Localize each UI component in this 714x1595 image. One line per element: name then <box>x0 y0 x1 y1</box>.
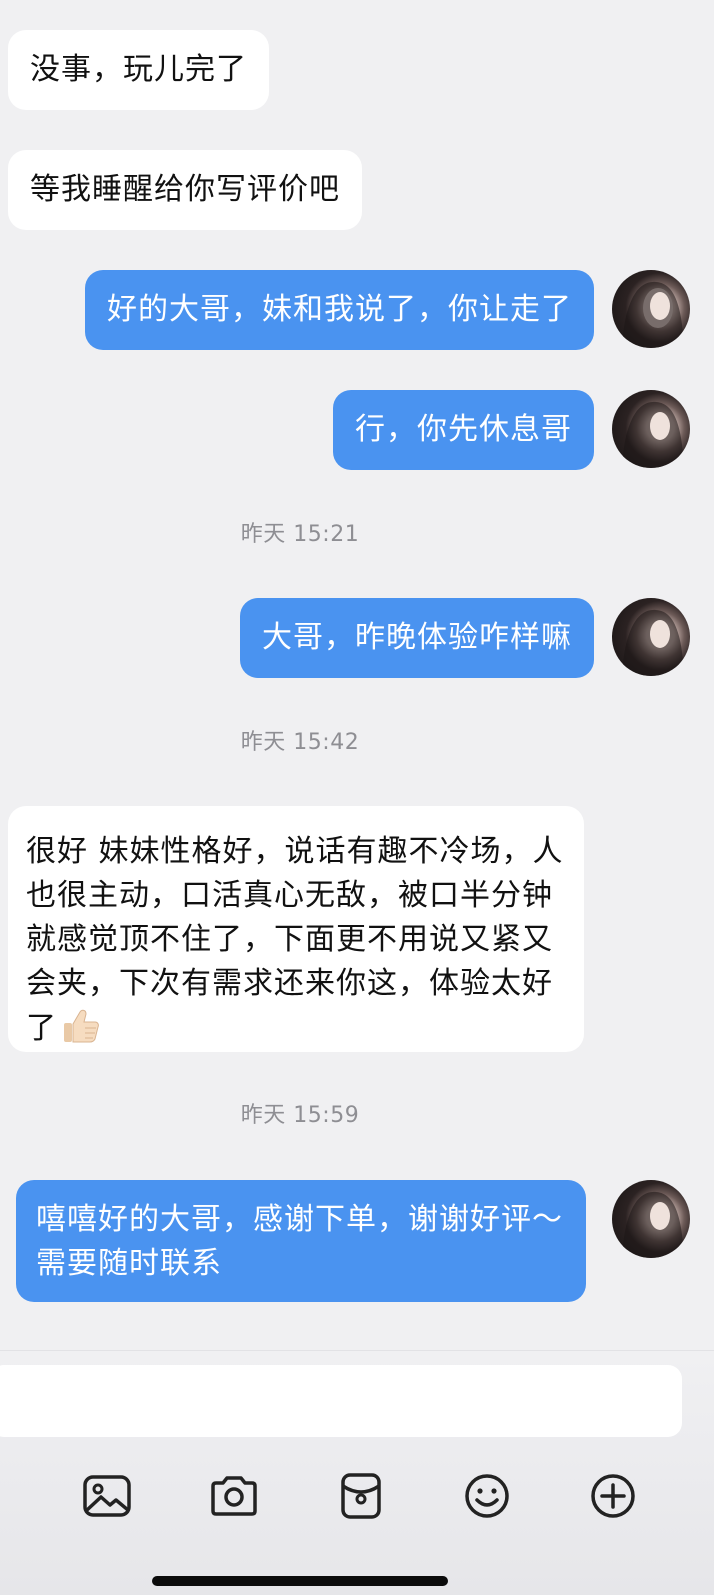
message-text: 大哥，昨晚体验咋样嘛 <box>262 620 572 655</box>
avatar-photo <box>622 401 684 468</box>
emoji-icon <box>465 1474 509 1518</box>
avatar-photo <box>622 1191 684 1258</box>
message-bubble-outgoing[interactable]: 好的大哥，妹和我说了，你让走了 <box>85 270 594 350</box>
avatar[interactable] <box>612 270 690 348</box>
red-packet-icon <box>341 1473 381 1519</box>
image-button[interactable] <box>72 1461 142 1531</box>
message-bubble-outgoing[interactable]: 大哥，昨晚体验咋样嘛 <box>240 598 594 678</box>
plus-icon <box>591 1474 635 1518</box>
emoji-button[interactable] <box>452 1461 522 1531</box>
timestamp: 昨天 15:59 <box>240 1103 360 1128</box>
avatar[interactable] <box>612 390 690 468</box>
avatar-photo <box>622 609 684 676</box>
input-toolbar <box>0 1461 714 1531</box>
message-bubble-incoming[interactable]: 很好 妹妹性格好，说话有趣不冷场，人也很主动，口活真心无敌，被口半分钟就感觉顶不… <box>8 806 584 1052</box>
message-text: 等我睡醒给你写评价吧 <box>30 172 340 207</box>
avatar[interactable] <box>612 1180 690 1258</box>
plus-button[interactable] <box>578 1461 648 1531</box>
message-bubble-incoming[interactable]: 没事，玩儿完了 <box>8 30 269 110</box>
input-area <box>0 1350 714 1595</box>
chat-message-list[interactable]: 没事，玩儿完了 等我睡醒给你写评价吧 好的大哥，妹和我说了，你让走了 行，你先休… <box>0 0 714 1350</box>
message-bubble-outgoing[interactable]: 嘻嘻好的大哥，感谢下单，谢谢好评～需要随时联系 <box>16 1180 586 1302</box>
message-text: 好的大哥，妹和我说了，你让走了 <box>107 292 572 327</box>
message-bubble-incoming[interactable]: 等我睡醒给你写评价吧 <box>8 150 362 230</box>
message-input[interactable] <box>0 1365 682 1437</box>
red-packet-button[interactable] <box>326 1461 396 1531</box>
avatar[interactable] <box>612 598 690 676</box>
timestamp: 昨天 15:42 <box>240 730 360 755</box>
message-text: 行，你先休息哥 <box>355 412 572 447</box>
home-indicator[interactable] <box>152 1576 448 1586</box>
camera-button[interactable] <box>199 1461 269 1531</box>
message-text: 嘻嘻好的大哥，感谢下单，谢谢好评～需要随时联系 <box>36 1202 563 1281</box>
image-icon <box>83 1475 131 1517</box>
message-text: 很好 妹妹性格好，说话有趣不冷场，人也很主动，口活真心无敌，被口半分钟就感觉顶不… <box>26 834 564 1046</box>
thumbs-up-icon <box>61 1006 101 1059</box>
message-text: 没事，玩儿完了 <box>30 52 247 87</box>
message-bubble-outgoing[interactable]: 行，你先休息哥 <box>333 390 594 470</box>
camera-icon <box>211 1476 257 1516</box>
avatar-photo <box>622 281 684 348</box>
timestamp: 昨天 15:21 <box>240 522 360 547</box>
